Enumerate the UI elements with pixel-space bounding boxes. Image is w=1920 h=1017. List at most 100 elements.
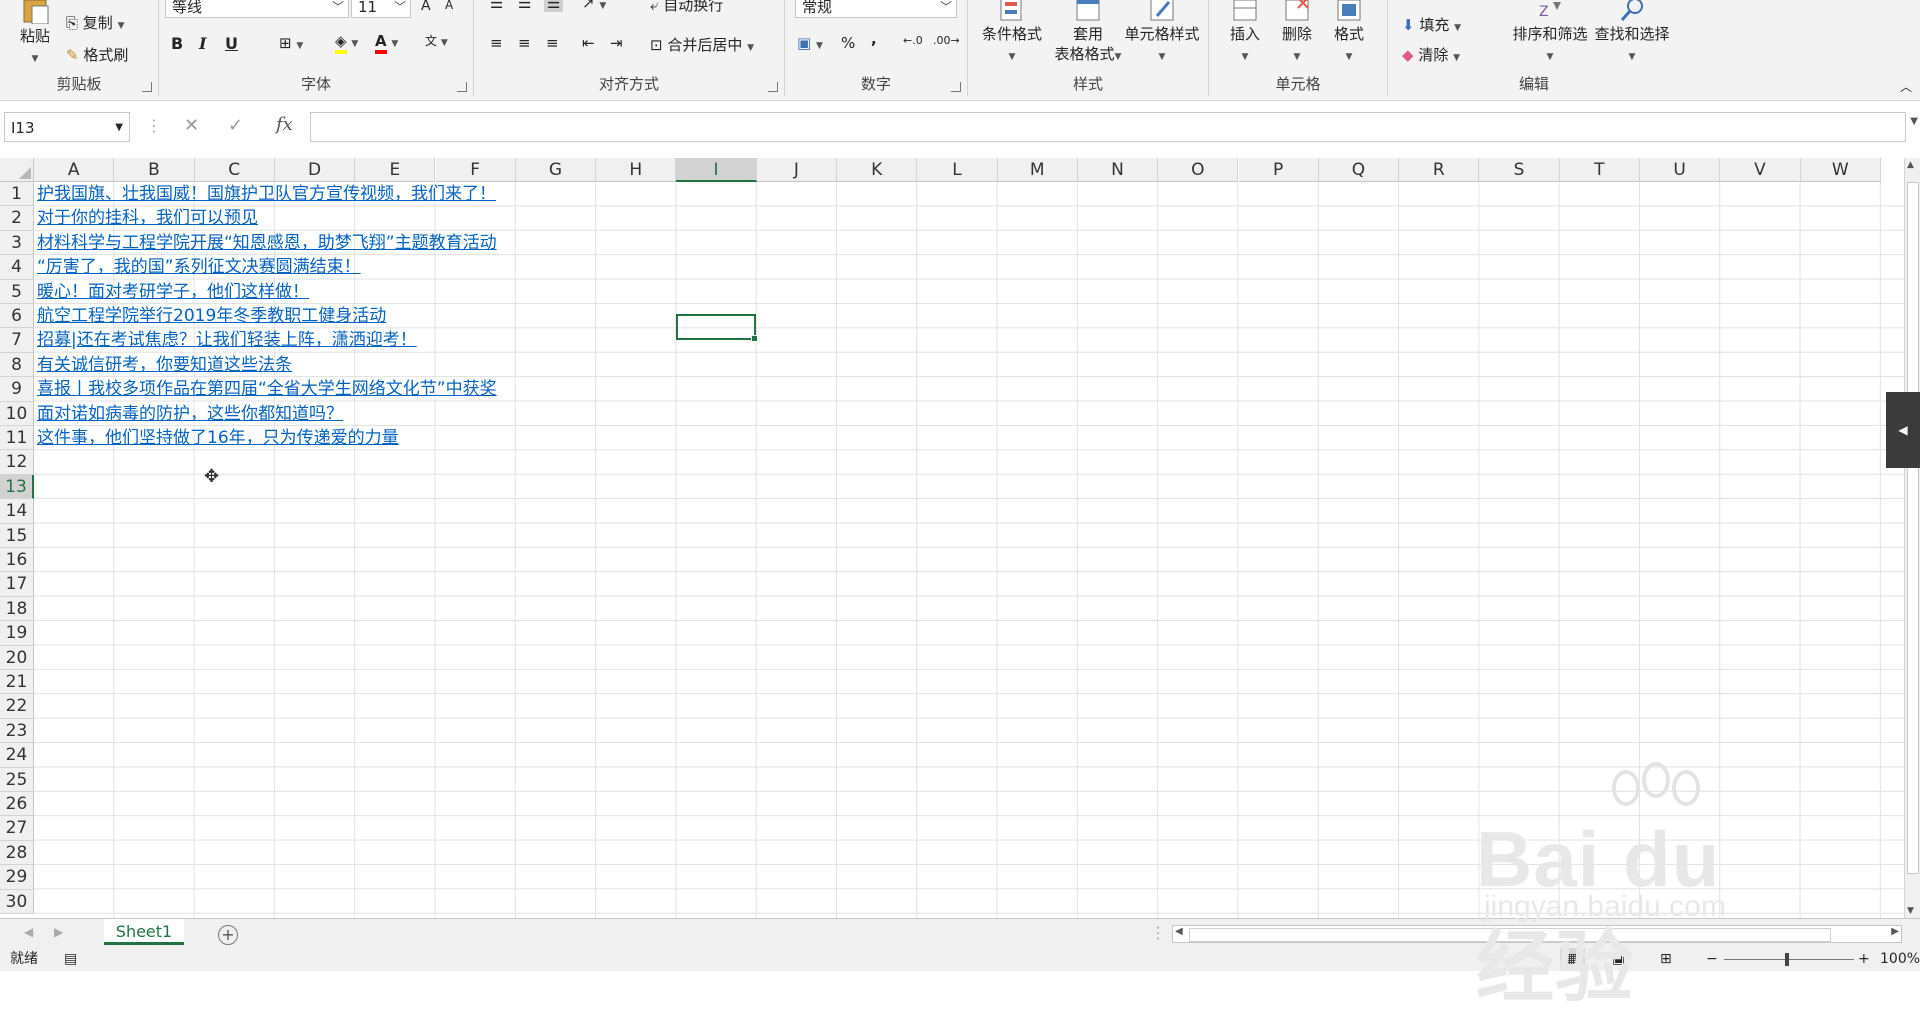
align-middle-button[interactable]: ☰ bbox=[518, 0, 531, 12]
row-header-11[interactable]: 11 bbox=[0, 426, 34, 451]
font-launcher-icon[interactable] bbox=[457, 82, 467, 92]
row-header-13[interactable]: 13 bbox=[0, 474, 34, 500]
shrink-font-button[interactable]: A bbox=[445, 0, 453, 12]
borders-button[interactable]: ⊞ ▼ bbox=[279, 34, 303, 52]
column-header-o[interactable]: O bbox=[1158, 158, 1239, 182]
row-header-24[interactable]: 24 bbox=[0, 743, 34, 768]
format-cells-button[interactable]: 格式 ▼ bbox=[1327, 0, 1371, 67]
grow-font-button[interactable]: A bbox=[421, 0, 431, 14]
merge-center-button[interactable]: ⊡ 合并后居中 ▼ bbox=[650, 34, 754, 55]
row-header-27[interactable]: 27 bbox=[0, 816, 34, 841]
column-header-l[interactable]: L bbox=[917, 158, 998, 182]
cell-a4-hyperlink[interactable]: “厉害了，我的国”系列征文决赛圆满结束！ bbox=[37, 255, 361, 279]
row-header-4[interactable]: 4 bbox=[0, 255, 34, 280]
row-header-3[interactable]: 3 bbox=[0, 230, 34, 256]
cell-a1-hyperlink[interactable]: 护我国旗、壮我国威！国旗护卫队官方宣传视频，我们来了！ bbox=[37, 182, 496, 206]
increase-decimal-button[interactable]: ←.0 bbox=[903, 34, 923, 47]
row-header-29[interactable]: 29 bbox=[0, 865, 34, 890]
column-header-s[interactable]: S bbox=[1479, 158, 1560, 182]
row-header-10[interactable]: 10 bbox=[0, 401, 34, 426]
column-header-k[interactable]: K bbox=[837, 158, 918, 182]
row-header-15[interactable]: 15 bbox=[0, 523, 34, 548]
clipboard-launcher-icon[interactable] bbox=[142, 82, 152, 92]
clear-button[interactable]: ◆ 清除 ▼ bbox=[1402, 44, 1460, 65]
prev-sheet-icon[interactable]: ◀ bbox=[24, 925, 33, 939]
column-header-q[interactable]: Q bbox=[1318, 158, 1400, 182]
cell-a9-hyperlink[interactable]: 喜报丨我校多项作品在第四届“全省大学生网络文化节”中获奖 bbox=[37, 377, 497, 401]
expand-formula-icon[interactable]: ▼ bbox=[1910, 116, 1918, 127]
row-header-28[interactable]: 28 bbox=[0, 840, 34, 866]
decrease-decimal-button[interactable]: .00→ bbox=[933, 34, 960, 47]
align-bottom-button[interactable]: ☰ bbox=[544, 0, 564, 12]
row-header-7[interactable]: 7 bbox=[0, 328, 34, 353]
cell-a5-hyperlink[interactable]: 暖心！面对考研学子，他们这样做！ bbox=[37, 280, 309, 304]
enter-icon[interactable]: ✓ bbox=[228, 115, 243, 136]
font-size-select[interactable]: 11 ﹀ bbox=[351, 0, 411, 18]
row-header-9[interactable]: 9 bbox=[0, 377, 34, 402]
conditional-format-button[interactable]: 条件格式 ▼ bbox=[976, 0, 1048, 67]
cell-a8-hyperlink[interactable]: 有关诚信研考，你要知道这些法条 bbox=[37, 353, 292, 377]
column-header-i[interactable]: I bbox=[676, 158, 757, 182]
increase-indent-button[interactable]: ⇥ bbox=[610, 34, 623, 52]
column-header-w[interactable]: W bbox=[1800, 158, 1881, 182]
formula-input[interactable] bbox=[310, 112, 1906, 142]
column-header-d[interactable]: D bbox=[274, 158, 356, 182]
row-header-5[interactable]: 5 bbox=[0, 279, 34, 304]
number-format-select[interactable]: 常规 ﹀ bbox=[795, 0, 957, 18]
align-right-button[interactable]: ≡ bbox=[546, 34, 559, 52]
column-header-t[interactable]: T bbox=[1559, 158, 1640, 182]
copy-button[interactable]: ⎘ 复制 ▼ bbox=[66, 12, 125, 33]
insert-cells-button[interactable]: 插入 ▼ bbox=[1223, 0, 1267, 67]
font-name-select[interactable]: 等线 ﹀ bbox=[165, 0, 349, 18]
side-panel-toggle[interactable]: ◀ bbox=[1886, 392, 1920, 468]
row-header-14[interactable]: 14 bbox=[0, 499, 34, 524]
column-header-a[interactable]: A bbox=[34, 158, 115, 182]
format-painter-button[interactable]: ✎ 格式刷 bbox=[66, 44, 128, 65]
row-header-22[interactable]: 22 bbox=[0, 694, 34, 719]
insert-function-icon[interactable]: fx bbox=[276, 114, 293, 135]
cell-a10-hyperlink[interactable]: 面对诺如病毒的防护，这些你都知道吗？ bbox=[37, 402, 343, 426]
scroll-left-icon[interactable]: ◀ bbox=[1175, 926, 1183, 937]
scroll-down-icon[interactable]: ▼ bbox=[1907, 906, 1914, 916]
alignment-launcher-icon[interactable] bbox=[768, 82, 778, 92]
select-all-corner[interactable] bbox=[0, 158, 34, 182]
row-header-8[interactable]: 8 bbox=[0, 352, 34, 378]
row-header-21[interactable]: 21 bbox=[0, 670, 34, 695]
orientation-button[interactable]: ↗ ▼ bbox=[582, 0, 606, 12]
row-header-19[interactable]: 19 bbox=[0, 621, 34, 646]
scroll-up-icon[interactable]: ▲ bbox=[1907, 160, 1914, 170]
column-header-j[interactable]: J bbox=[756, 158, 837, 182]
row-header-25[interactable]: 25 bbox=[0, 767, 34, 792]
row-header-26[interactable]: 26 bbox=[0, 792, 34, 817]
fill-button[interactable]: ⬇ 填充 ▼ bbox=[1402, 14, 1461, 35]
macro-record-icon[interactable]: ▤ bbox=[64, 948, 77, 971]
font-color-button[interactable]: A ▼ bbox=[375, 32, 398, 54]
underline-button[interactable]: U bbox=[225, 34, 238, 53]
column-header-f[interactable]: F bbox=[435, 158, 516, 182]
delete-cells-button[interactable]: 删除 ▼ bbox=[1275, 0, 1319, 67]
fill-color-button[interactable]: ◈ ▼ bbox=[335, 32, 358, 54]
paste-button[interactable]: 粘贴 ▼ bbox=[12, 0, 58, 69]
wrap-text-button[interactable]: ⤶ 自动换行 bbox=[650, 0, 723, 15]
next-sheet-icon[interactable]: ▶ bbox=[54, 925, 63, 939]
column-header-n[interactable]: N bbox=[1077, 158, 1159, 182]
cell-a7-hyperlink[interactable]: 招募|还在考试焦虑？让我们轻装上阵，潇洒迎考！ bbox=[37, 328, 417, 352]
sheet-tab-sheet1[interactable]: Sheet1 bbox=[104, 919, 184, 945]
row-header-2[interactable]: 2 bbox=[0, 206, 34, 231]
italic-button[interactable]: I bbox=[199, 34, 206, 53]
decrease-indent-button[interactable]: ⇤ bbox=[582, 34, 595, 52]
phonetic-button[interactable]: 文 ▼ bbox=[425, 32, 448, 49]
cell-a2-hyperlink[interactable]: 对于你的挂科，我们可以预见 bbox=[37, 206, 258, 230]
column-header-c[interactable]: C bbox=[194, 158, 275, 182]
active-cell-i13[interactable] bbox=[676, 314, 758, 342]
bold-button[interactable]: B bbox=[171, 34, 183, 53]
align-left-button[interactable]: ≡ bbox=[490, 34, 503, 52]
percent-button[interactable]: % bbox=[841, 34, 855, 52]
column-header-e[interactable]: E bbox=[355, 158, 436, 182]
column-header-r[interactable]: R bbox=[1399, 158, 1480, 182]
row-header-20[interactable]: 20 bbox=[0, 645, 34, 670]
column-header-m[interactable]: M bbox=[997, 158, 1078, 182]
cell-a6-hyperlink[interactable]: 航空工程学院举行2019年冬季教职工健身活动 bbox=[37, 304, 386, 328]
accounting-format-button[interactable]: ▣ ▼ bbox=[797, 34, 823, 52]
column-header-h[interactable]: H bbox=[596, 158, 677, 182]
